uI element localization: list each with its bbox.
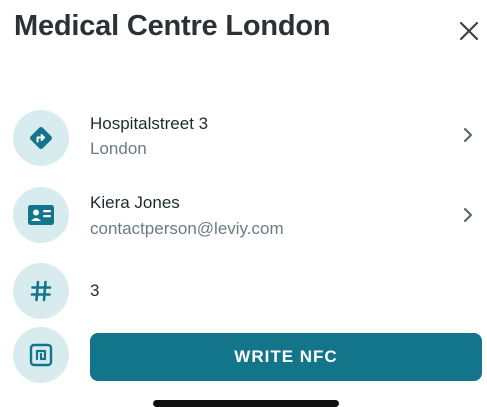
hash-icon <box>30 280 52 302</box>
write-nfc-button[interactable]: WRITE NFC <box>90 333 482 381</box>
address-city: London <box>90 139 147 158</box>
chevron-right-icon <box>463 127 473 143</box>
location-detail-screen: Medical Centre London Hospitalstreet 3 L… <box>0 0 487 407</box>
nfc-icon <box>29 343 53 367</box>
nfc-icon-circle <box>13 327 69 383</box>
number-icon-circle <box>13 263 69 319</box>
close-icon <box>459 21 479 41</box>
address-street: Hospitalstreet 3 <box>90 114 209 133</box>
close-button[interactable] <box>458 20 480 42</box>
contact-card-icon <box>28 205 54 225</box>
contact-email: contactperson@leviy.com <box>90 219 284 238</box>
contact-icon-circle <box>13 187 69 243</box>
number-value: 3 <box>90 281 100 300</box>
home-indicator[interactable] <box>153 400 339 407</box>
page-title: Medical Centre London <box>14 10 331 42</box>
chevron-right-icon <box>463 207 473 223</box>
address-icon-circle <box>13 110 69 166</box>
directions-icon <box>30 127 52 149</box>
address-row[interactable] <box>0 106 487 170</box>
contact-name: Kiera Jones <box>90 193 180 212</box>
